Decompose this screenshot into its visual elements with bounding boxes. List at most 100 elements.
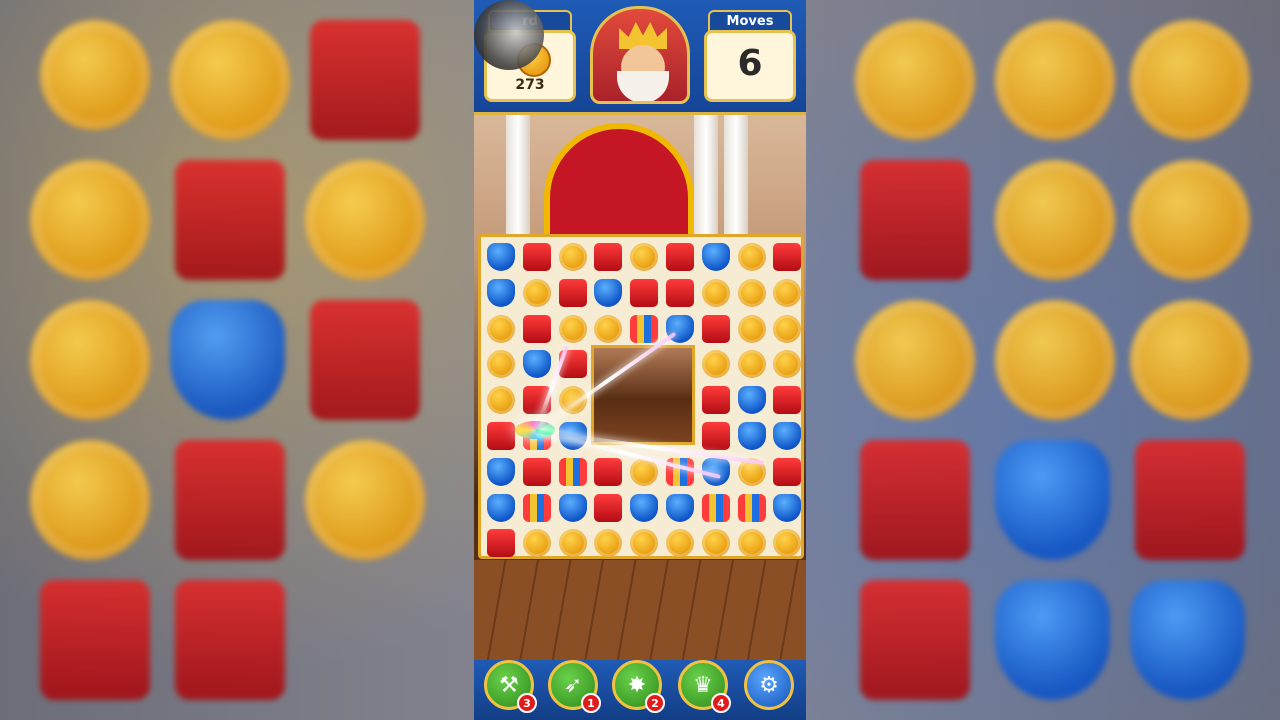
board-cell[interactable] <box>662 525 698 561</box>
board-cell[interactable] <box>769 525 805 561</box>
board-cell[interactable] <box>769 239 805 275</box>
board-cell[interactable] <box>698 525 734 561</box>
board-cell[interactable] <box>519 311 555 347</box>
board-cell[interactable] <box>555 454 591 490</box>
coin-tile <box>487 386 515 415</box>
pillar <box>694 115 718 235</box>
coin-tile <box>737 243 766 271</box>
board-cell[interactable] <box>769 311 805 347</box>
board-cell[interactable] <box>555 275 591 311</box>
board-cell[interactable] <box>626 275 662 311</box>
coin-tile <box>487 350 515 379</box>
book-tile <box>773 457 802 486</box>
board-cell[interactable] <box>698 275 734 311</box>
pillar <box>724 115 748 235</box>
board-cell[interactable] <box>483 239 519 275</box>
board-cell[interactable] <box>662 275 698 311</box>
board-cell[interactable] <box>519 525 555 561</box>
moves-panel: Moves 6 <box>704 8 796 104</box>
board-gap <box>591 345 695 445</box>
board-cell[interactable] <box>769 275 805 311</box>
board-cell[interactable] <box>626 239 662 275</box>
board-cell[interactable] <box>769 418 805 454</box>
board-cell[interactable] <box>483 275 519 311</box>
book-tile <box>773 243 802 271</box>
board-cell[interactable] <box>734 525 770 561</box>
coin-tile <box>737 350 766 379</box>
board-cell[interactable] <box>769 382 805 418</box>
board-cell[interactable] <box>519 275 555 311</box>
shield-tile <box>630 493 659 522</box>
board-cell[interactable] <box>483 311 519 347</box>
board-cell[interactable] <box>483 382 519 418</box>
shield-tile <box>558 493 587 522</box>
booster-bar: ⚒ 3 ➶ 1 ✸ 2 ♛ 4 ⚙ <box>474 660 806 720</box>
board-cell[interactable] <box>769 454 805 490</box>
board-cell[interactable] <box>626 311 662 347</box>
coin-tile <box>558 314 587 343</box>
board-cell[interactable] <box>555 239 591 275</box>
board-cell[interactable] <box>590 311 626 347</box>
moves-box: 6 <box>704 30 796 102</box>
board-cell[interactable] <box>590 239 626 275</box>
board-cell[interactable] <box>734 311 770 347</box>
board-cell[interactable] <box>698 346 734 382</box>
board-cell[interactable] <box>519 346 555 382</box>
board-cell[interactable] <box>734 418 770 454</box>
board-cell[interactable] <box>483 346 519 382</box>
hammer-booster-button[interactable]: ⚒ 3 <box>484 660 537 713</box>
board-cell[interactable] <box>519 490 555 526</box>
gear-icon: ⚙ <box>759 672 779 698</box>
board-cell[interactable] <box>698 382 734 418</box>
coin-tile <box>773 350 802 379</box>
special-tile <box>630 314 659 343</box>
board-cell[interactable] <box>626 525 662 561</box>
board-cell[interactable] <box>698 311 734 347</box>
board-cell[interactable] <box>698 490 734 526</box>
jester-booster-button[interactable]: ♛ 4 <box>678 660 731 713</box>
board-cell[interactable] <box>662 490 698 526</box>
board-cell[interactable] <box>662 239 698 275</box>
board-cell[interactable] <box>626 490 662 526</box>
board-cell[interactable] <box>519 454 555 490</box>
board-cell[interactable] <box>519 239 555 275</box>
shield-tile <box>737 386 766 415</box>
settings-button[interactable]: ⚙ <box>744 660 794 710</box>
board-cell[interactable] <box>555 525 591 561</box>
book-tile <box>558 278 587 307</box>
board-cell[interactable] <box>555 490 591 526</box>
board-cell[interactable] <box>734 490 770 526</box>
special-tile <box>737 493 766 522</box>
board-cell[interactable] <box>734 239 770 275</box>
shield-tile <box>773 422 802 450</box>
cannon-booster-button[interactable]: ✸ 2 <box>612 660 665 713</box>
board-cell[interactable] <box>590 525 626 561</box>
coin-tile <box>630 529 659 558</box>
shield-tile <box>522 350 551 379</box>
coin-tile <box>773 529 802 558</box>
board-cell[interactable] <box>698 239 734 275</box>
board-cell[interactable] <box>483 418 519 454</box>
board-cell[interactable] <box>734 275 770 311</box>
board-cell[interactable] <box>555 311 591 347</box>
board-cell[interactable] <box>483 525 519 561</box>
game-board <box>478 234 804 559</box>
board-cell[interactable] <box>769 346 805 382</box>
booster-count: 3 <box>517 693 537 713</box>
coin-tile <box>737 314 766 343</box>
coin-tile <box>487 314 515 343</box>
special-tile <box>701 493 730 522</box>
board-cell[interactable] <box>734 382 770 418</box>
arrow-booster-button[interactable]: ➶ 1 <box>548 660 601 713</box>
board-cell[interactable] <box>769 490 805 526</box>
board-cell[interactable] <box>483 490 519 526</box>
board-cell[interactable] <box>590 275 626 311</box>
board-cell[interactable] <box>590 490 626 526</box>
book-tile <box>666 278 694 307</box>
book-tile <box>701 422 730 450</box>
board-cell[interactable] <box>483 454 519 490</box>
board-cell[interactable] <box>590 454 626 490</box>
board-cell[interactable] <box>698 418 734 454</box>
board-cell[interactable] <box>734 346 770 382</box>
coin-tile <box>558 529 587 558</box>
